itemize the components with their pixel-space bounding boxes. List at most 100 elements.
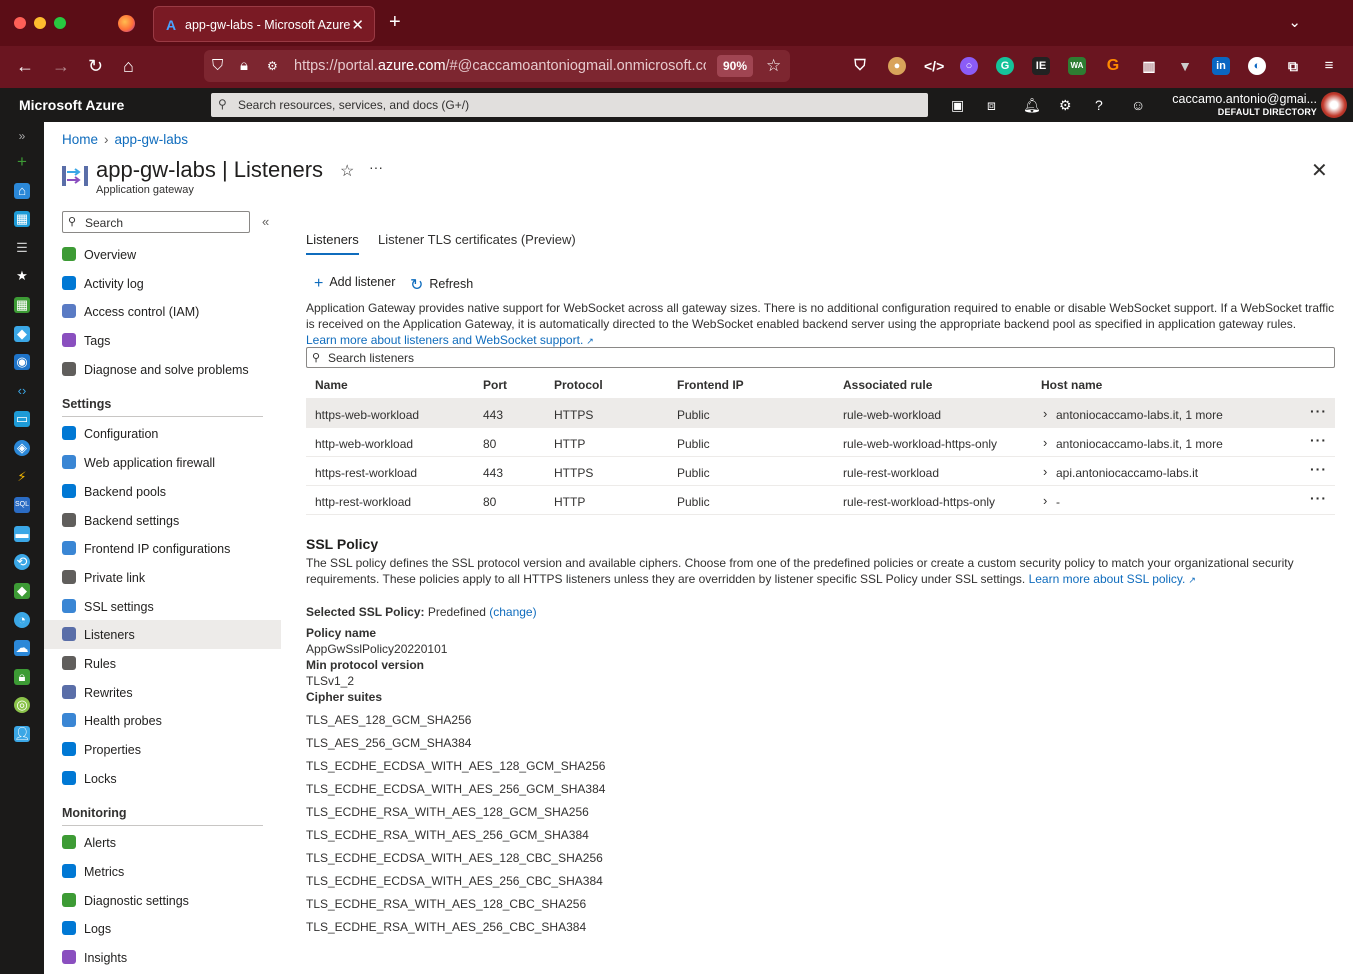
websocket-learn-more-link[interactable]: Learn more about listeners and WebSocket… <box>306 333 583 347</box>
breadcrumb-home[interactable]: Home <box>62 132 98 147</box>
column-protocol[interactable]: Protocol <box>554 378 603 392</box>
search-listeners-input[interactable]: ⚲ Search listeners <box>306 347 1335 368</box>
lock-icon[interactable]: 🔒︎ <box>240 57 248 74</box>
table-row[interactable]: http-web-workload 80 HTTP Public rule-web-wo… <box>306 428 1335 457</box>
table-cell-associated-rule[interactable]: rule-rest-workload-https-only <box>843 495 995 509</box>
load-balancer-icon[interactable]: ◈ <box>14 440 30 456</box>
table-cell-associated-rule[interactable]: rule-web-workload <box>843 408 941 422</box>
firefox-icon[interactable] <box>118 15 135 32</box>
account-menu[interactable]: caccamo.antonio@gmai... DEFAULT DIRECTOR… <box>1172 92 1317 117</box>
menu-item-logs[interactable]: Logs <box>44 914 281 943</box>
list-tabs-chevron-icon[interactable]: ⌄ <box>1288 13 1301 31</box>
favorites-icon[interactable]: ★ <box>14 268 30 284</box>
menu-hamburger-icon[interactable]: ≡ <box>1320 57 1338 75</box>
menu-item-backend-pools[interactable]: Backend pools <box>44 477 281 506</box>
window-minimize-button[interactable] <box>34 17 46 29</box>
column-port[interactable]: Port <box>483 378 507 392</box>
notifications-bell-icon[interactable]: 🔔︎ <box>1023 97 1041 113</box>
menu-item-diagnose-and-solve-problems[interactable]: Diagnose and solve problems <box>44 355 281 384</box>
avatar[interactable] <box>1321 92 1347 118</box>
extensions-puzzle-icon[interactable]: ⧉ <box>1284 57 1302 75</box>
cloud-shell-icon[interactable]: ▣ <box>951 97 964 113</box>
devtools-code-icon[interactable]: </> <box>924 57 944 75</box>
breadcrumb-resource[interactable]: app-gw-labs <box>115 132 189 147</box>
url-bar[interactable]: ⛉ 🔒︎ ⚙︎ https://portal.azure.com/#@cacca… <box>204 50 790 82</box>
expand-chevron-icon[interactable]: › <box>1043 464 1047 479</box>
azure-brand[interactable]: Microsoft Azure <box>19 97 124 113</box>
menu-search-input[interactable]: ⚲ Search <box>62 211 250 233</box>
permissions-icon[interactable]: ⚙︎ <box>267 59 278 73</box>
monitor-icon[interactable]: ◔ <box>14 612 30 628</box>
cost-management-icon[interactable]: ◎ <box>14 697 30 713</box>
extension-ie-icon[interactable]: IE <box>1032 57 1050 75</box>
more-options-icon[interactable]: ··· <box>369 159 383 175</box>
storage-icon[interactable]: ▬ <box>14 526 30 542</box>
url-text[interactable]: https://portal.azure.com/#@caccamoantoni… <box>294 58 706 74</box>
security-center-icon[interactable]: 🔒︎ <box>14 669 30 685</box>
menu-item-backend-settings[interactable]: Backend settings <box>44 506 281 535</box>
menu-item-listeners[interactable]: Listeners <box>44 620 281 649</box>
home-icon[interactable]: ⌂ <box>14 183 30 199</box>
home-button[interactable]: ⌂ <box>123 56 134 76</box>
refresh-button[interactable]: ↻ Refresh <box>410 275 473 295</box>
sql-database-icon[interactable]: SQL <box>14 497 30 513</box>
linkedin-icon[interactable]: in <box>1212 57 1230 75</box>
browser-tab[interactable]: A app-gw-labs - Microsoft Azure ✕ <box>153 6 375 42</box>
menu-item-access-control-iam[interactable]: Access control (IAM) <box>44 297 281 326</box>
window-close-button[interactable] <box>14 17 26 29</box>
menu-item-rules[interactable]: Rules <box>44 649 281 678</box>
menu-item-tags[interactable]: Tags <box>44 326 281 355</box>
menu-item-diagnostic-settings[interactable]: Diagnostic settings <box>44 886 281 915</box>
tab-listeners[interactable]: Listeners <box>306 232 359 255</box>
row-more-options-icon[interactable]: ··· <box>1310 490 1327 506</box>
expand-chevron-icon[interactable]: › <box>1043 406 1047 421</box>
column-frontend-ip[interactable]: Frontend IP <box>677 378 744 392</box>
all-resources-icon[interactable]: ▦ <box>14 297 30 313</box>
close-blade-icon[interactable]: ✕ <box>1311 158 1328 183</box>
new-tab-button[interactable]: + <box>389 12 401 32</box>
grammarly-icon[interactable]: G <box>996 57 1014 75</box>
extension-g-icon[interactable]: G <box>1104 57 1122 75</box>
close-tab-icon[interactable]: ✕ <box>351 16 364 34</box>
function-app-icon[interactable]: ‹› <box>14 383 30 399</box>
extension-circle-icon[interactable]: ○ <box>960 57 978 75</box>
menu-item-ssl-settings[interactable]: SSL settings <box>44 592 281 621</box>
all-services-icon[interactable]: ☰ <box>14 240 30 256</box>
tracking-shield-icon[interactable]: ⛉ <box>212 57 223 74</box>
table-cell-associated-rule[interactable]: rule-web-workload-https-only <box>843 437 997 451</box>
global-search-input[interactable]: ⚲ Search resources, services, and docs (… <box>211 93 928 117</box>
table-cell-name[interactable]: http-web-workload <box>315 437 413 451</box>
pocket-icon[interactable]: ⛉ <box>851 57 869 75</box>
menu-item-properties[interactable]: Properties <box>44 735 281 764</box>
forward-button[interactable]: → <box>52 56 70 76</box>
extension-cookie-icon[interactable]: ● <box>888 57 906 75</box>
row-more-options-icon[interactable]: ··· <box>1310 461 1327 477</box>
menu-item-configuration[interactable]: Configuration <box>44 419 281 448</box>
row-more-options-icon[interactable]: ··· <box>1310 403 1327 419</box>
virtual-machines-icon[interactable]: ▭ <box>14 411 30 427</box>
extension-v-icon[interactable]: ▼ <box>1176 57 1194 75</box>
menu-item-locks[interactable]: Locks <box>44 764 281 793</box>
ssl-learn-more-link[interactable]: Learn more about SSL policy. <box>1029 572 1186 586</box>
extension-wa-icon[interactable]: WA <box>1068 57 1086 75</box>
menu-item-health-probes[interactable]: Health probes <box>44 706 281 735</box>
help-icon[interactable]: ? <box>1095 97 1103 113</box>
network-icon[interactable]: ⟲ <box>14 554 30 570</box>
window-zoom-button[interactable] <box>54 17 66 29</box>
directory-filter-icon[interactable]: ⧈ <box>987 97 996 113</box>
resource-groups-icon[interactable]: ◆ <box>14 326 30 342</box>
bookmark-star-icon[interactable]: ☆ <box>766 56 781 76</box>
table-row[interactable]: https-rest-workload 443 HTTPS Public rule-re… <box>306 457 1335 486</box>
entra-users-icon[interactable]: 👤︎ <box>14 726 31 742</box>
reload-button[interactable]: ↻ <box>88 56 103 76</box>
advisor-icon[interactable]: ☁ <box>14 640 30 656</box>
create-resource-icon[interactable]: + <box>14 153 30 170</box>
favorite-star-icon[interactable]: ☆ <box>340 161 354 181</box>
tab-listener-tls-certificates[interactable]: Listener TLS certificates (Preview) <box>378 232 576 247</box>
menu-item-metrics[interactable]: Metrics <box>44 857 281 886</box>
feedback-icon[interactable]: ☺ <box>1131 97 1145 113</box>
add-listener-button[interactable]: + Add listener <box>314 275 395 293</box>
menu-item-alerts[interactable]: Alerts <box>44 828 281 857</box>
table-cell-name[interactable]: https-web-workload <box>315 408 419 422</box>
back-button[interactable]: ← <box>16 56 34 76</box>
